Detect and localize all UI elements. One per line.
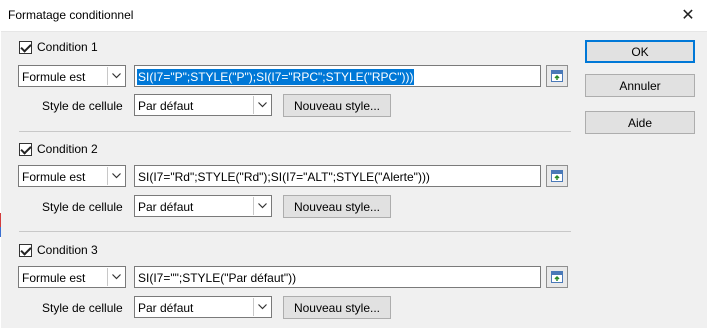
- condition-2-group: Condition 2 Formule est SI(I7="Rd";STYLE…: [1, 134, 571, 234]
- condition-3-label: Condition 3: [37, 243, 98, 257]
- condition-2-formula-text: SI(I7="Rd";STYLE("Rd");SI(I7="ALT";STYLE…: [138, 170, 430, 184]
- window-title: Formatage conditionnel: [8, 8, 134, 22]
- chevron-down-icon: [107, 268, 124, 286]
- condition-2-style-select[interactable]: Par défaut: [134, 195, 272, 217]
- cancel-button[interactable]: Annuler: [585, 74, 695, 97]
- condition-2-style-label: Style de cellule: [42, 200, 123, 214]
- condition-1-style-select[interactable]: Par défaut: [134, 94, 272, 116]
- chevron-down-icon: [107, 67, 124, 85]
- chevron-down-icon: [253, 197, 270, 215]
- condition-3-formula-input[interactable]: SI(I7="";STYLE("Par défaut")): [134, 266, 541, 288]
- checkbox-checked-icon: [19, 142, 32, 156]
- close-button[interactable]: ✕: [676, 3, 700, 27]
- shrink-icon: [551, 70, 563, 82]
- help-button[interactable]: Aide: [585, 111, 695, 134]
- condition-3-type-select[interactable]: Formule est: [18, 266, 126, 288]
- condition-3-shrink-button[interactable]: [546, 266, 568, 288]
- shrink-icon: [551, 271, 563, 283]
- condition-1-style-label: Style de cellule: [42, 99, 123, 113]
- condition-2-type-select[interactable]: Formule est: [18, 165, 126, 187]
- condition-3-new-style-button[interactable]: Nouveau style...: [283, 296, 391, 319]
- condition-1-formula-input[interactable]: SI(I7="P";STYLE("P");SI(I7="RPC";STYLE("…: [134, 65, 541, 87]
- chevron-down-icon: [107, 167, 124, 185]
- condition-2-formula-input[interactable]: SI(I7="Rd";STYLE("Rd");SI(I7="ALT";STYLE…: [134, 165, 541, 187]
- condition-2-new-style-button[interactable]: Nouveau style...: [283, 195, 391, 218]
- chevron-down-icon: [253, 96, 270, 114]
- separator: [19, 131, 571, 132]
- close-icon: ✕: [681, 7, 695, 24]
- dialog-body: Condition 1 Formule est SI(I7="P";STYLE(…: [1, 31, 707, 328]
- condition-1-type-select[interactable]: Formule est: [18, 65, 126, 87]
- condition-3-style-label: Style de cellule: [42, 301, 123, 315]
- condition-3-formula-text: SI(I7="";STYLE("Par défaut")): [138, 271, 297, 285]
- condition-1-group: Condition 1 Formule est SI(I7="P";STYLE(…: [1, 32, 571, 132]
- condition-3-checkbox[interactable]: Condition 3: [19, 243, 98, 257]
- condition-1-formula-text: SI(I7="P";STYLE("P");SI(I7="RPC";STYLE("…: [137, 69, 415, 85]
- condition-2-shrink-button[interactable]: [546, 165, 568, 187]
- ok-button[interactable]: OK: [585, 40, 695, 63]
- chevron-down-icon: [253, 298, 270, 316]
- checkbox-checked-icon: [19, 243, 32, 257]
- condition-3-style-select[interactable]: Par défaut: [134, 296, 272, 318]
- condition-3-group: Condition 3 Formule est SI(I7="";STYLE("…: [1, 235, 571, 335]
- checkbox-checked-icon: [19, 40, 32, 54]
- condition-1-label: Condition 1: [37, 40, 98, 54]
- condition-2-label: Condition 2: [37, 142, 98, 156]
- shrink-icon: [551, 170, 563, 182]
- condition-2-checkbox[interactable]: Condition 2: [19, 142, 98, 156]
- condition-1-checkbox[interactable]: Condition 1: [19, 40, 98, 54]
- separator: [19, 231, 571, 232]
- condition-1-new-style-button[interactable]: Nouveau style...: [283, 94, 391, 117]
- condition-1-shrink-button[interactable]: [546, 65, 568, 87]
- title-bar: Formatage conditionnel ✕: [0, 0, 708, 31]
